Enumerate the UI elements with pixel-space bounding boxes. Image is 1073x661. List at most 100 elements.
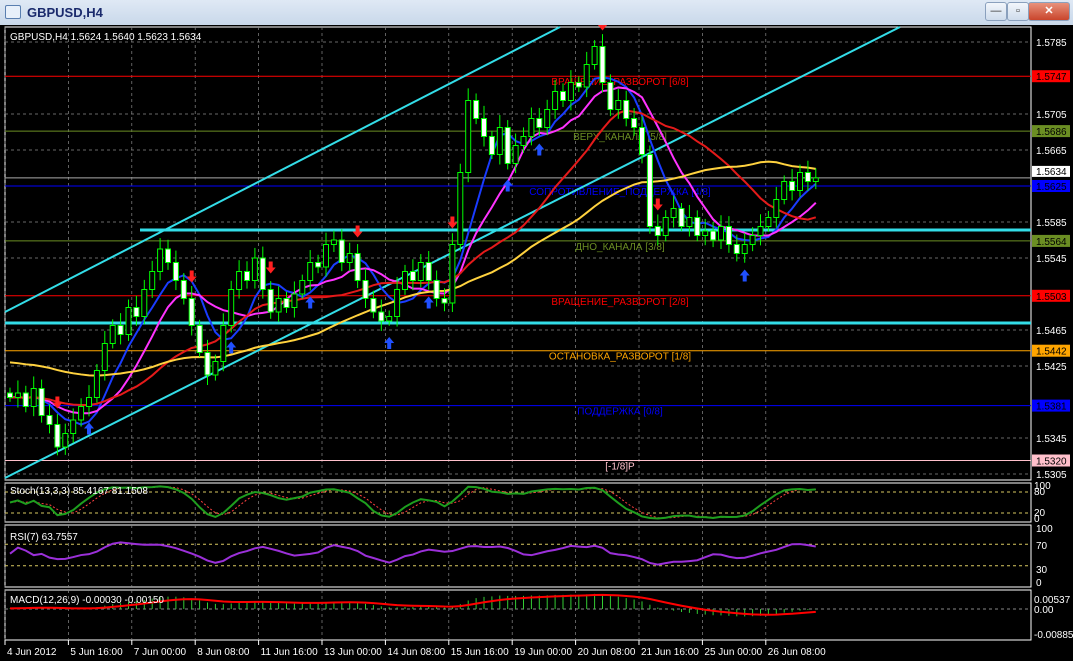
candle-body bbox=[70, 419, 77, 434]
level-price: 1.5564 bbox=[1036, 237, 1067, 248]
candle-body bbox=[117, 325, 124, 335]
candle-body bbox=[346, 253, 353, 263]
level-label: ВЕРХ_КАНАЛА [5/8] bbox=[573, 132, 667, 143]
candle-body bbox=[125, 307, 132, 335]
price-chart[interactable]: ВРАЩЕНИЕ_РАЗВОРОТ [6/8]ВЕРХ_КАНАЛА [5/8]… bbox=[0, 25, 1073, 661]
candle-body bbox=[607, 82, 614, 110]
candle-body bbox=[54, 424, 61, 448]
time-label: 13 Jun 00:00 bbox=[324, 647, 382, 658]
candle-body bbox=[93, 370, 100, 398]
candle-body bbox=[402, 271, 408, 290]
time-label: 7 Jun 00:00 bbox=[134, 647, 187, 658]
rsi-tick-label: 0 bbox=[1036, 578, 1042, 589]
candle-body bbox=[425, 262, 432, 281]
candle-body bbox=[180, 280, 187, 299]
candle-body bbox=[299, 280, 306, 295]
macd-tick-label: 0.00 bbox=[1034, 605, 1054, 616]
candle-body bbox=[457, 172, 464, 245]
candle-body bbox=[409, 271, 416, 281]
candle-body bbox=[449, 244, 456, 304]
level-label: ПОДДЕРЖКА [0/8] bbox=[577, 407, 663, 418]
candle-body bbox=[354, 253, 361, 281]
candle-body bbox=[718, 226, 724, 241]
time-label: 4 Jun 2012 bbox=[7, 647, 57, 658]
level-label: СОПРОТИВЛЕНИЕ_ПОДДЕРЖКА [4/8] bbox=[529, 187, 711, 198]
candle-body bbox=[251, 257, 258, 281]
price-tick-label: 1.5545 bbox=[1036, 254, 1067, 265]
candle-body bbox=[244, 271, 250, 281]
candle-body bbox=[465, 100, 472, 173]
candle-body bbox=[599, 46, 606, 83]
candle-body bbox=[323, 244, 329, 268]
level-price: 1.5686 bbox=[1036, 127, 1067, 138]
candle-body bbox=[133, 307, 140, 317]
level-price: 1.5747 bbox=[1036, 72, 1067, 83]
candle-body bbox=[654, 226, 661, 236]
candle-body bbox=[686, 217, 693, 227]
candle-body bbox=[338, 239, 345, 263]
level-price: 1.5503 bbox=[1036, 292, 1067, 303]
candle-body bbox=[804, 172, 811, 182]
candle-body bbox=[639, 127, 645, 155]
candle-body bbox=[149, 271, 156, 290]
candle-body bbox=[583, 64, 590, 88]
candle-body bbox=[172, 262, 179, 281]
candle-body bbox=[678, 208, 685, 227]
level-label: ВРАЩЕНИЕ_РАЗВОРОТ [2/8] bbox=[551, 297, 689, 308]
candle-body bbox=[386, 316, 393, 322]
chart-info: GBPUSD,H4 1.5624 1.5640 1.5623 1.5634 bbox=[10, 32, 202, 43]
candle-body bbox=[646, 154, 653, 227]
candle-body bbox=[488, 136, 495, 155]
candle-body bbox=[560, 91, 566, 101]
minimize-button[interactable]: — bbox=[985, 2, 1007, 21]
candle-body bbox=[220, 325, 227, 362]
price-tick-label: 1.5585 bbox=[1036, 218, 1067, 229]
candle-body bbox=[196, 325, 203, 353]
candle-body bbox=[781, 181, 788, 200]
candle-body bbox=[267, 289, 274, 313]
candle-body bbox=[30, 388, 37, 407]
time-label: 8 Jun 08:00 bbox=[197, 647, 250, 658]
candle-body bbox=[765, 217, 772, 227]
candle-body bbox=[591, 46, 598, 65]
candle-body bbox=[733, 244, 740, 254]
maximize-button[interactable]: ▫ bbox=[1007, 2, 1029, 21]
candle-body bbox=[14, 392, 21, 398]
level-price: 1.5320 bbox=[1036, 457, 1067, 468]
candle-body bbox=[623, 100, 630, 119]
chart-window-icon bbox=[5, 5, 21, 19]
candle-body bbox=[496, 127, 503, 155]
level-price: 1.5442 bbox=[1036, 347, 1067, 358]
candle-body bbox=[504, 127, 511, 164]
candle-body bbox=[773, 199, 780, 218]
candle-body bbox=[307, 262, 314, 281]
candle-body bbox=[417, 262, 424, 281]
candle-body bbox=[101, 343, 108, 371]
price-tick-label: 1.5705 bbox=[1036, 110, 1067, 121]
price-tick-label: 1.5425 bbox=[1036, 362, 1067, 373]
candle-body bbox=[378, 311, 385, 322]
candle-body bbox=[330, 239, 337, 245]
stoch-label: Stoch(13,3,3) 85.4167 81.1508 bbox=[10, 486, 148, 497]
candle-body bbox=[710, 230, 717, 241]
candle-body bbox=[62, 433, 69, 448]
candle-body bbox=[7, 392, 13, 398]
window-title: GBPUSD,H4 bbox=[27, 5, 103, 20]
rsi-tick-label: 100 bbox=[1036, 524, 1053, 535]
level-label: ДНО_КАНАЛА [3/8] bbox=[575, 242, 665, 253]
candle-body bbox=[473, 100, 480, 119]
candle-body bbox=[528, 118, 535, 137]
candle-body bbox=[662, 217, 669, 236]
close-button[interactable]: ✕ bbox=[1028, 2, 1070, 21]
time-label: 5 Jun 16:00 bbox=[70, 647, 123, 658]
level-price: 1.5381 bbox=[1036, 402, 1067, 413]
macd-tick-label: -0.00885 bbox=[1034, 630, 1073, 641]
candle-body bbox=[670, 208, 677, 218]
price-tick-label: 1.5785 bbox=[1036, 38, 1067, 49]
candle-body bbox=[789, 181, 796, 191]
candle-body bbox=[370, 298, 377, 313]
time-label: 11 Jun 16:00 bbox=[261, 647, 319, 658]
stoch-tick-label: 80 bbox=[1034, 487, 1046, 498]
candle-body bbox=[552, 91, 559, 110]
candle-body bbox=[38, 388, 45, 416]
